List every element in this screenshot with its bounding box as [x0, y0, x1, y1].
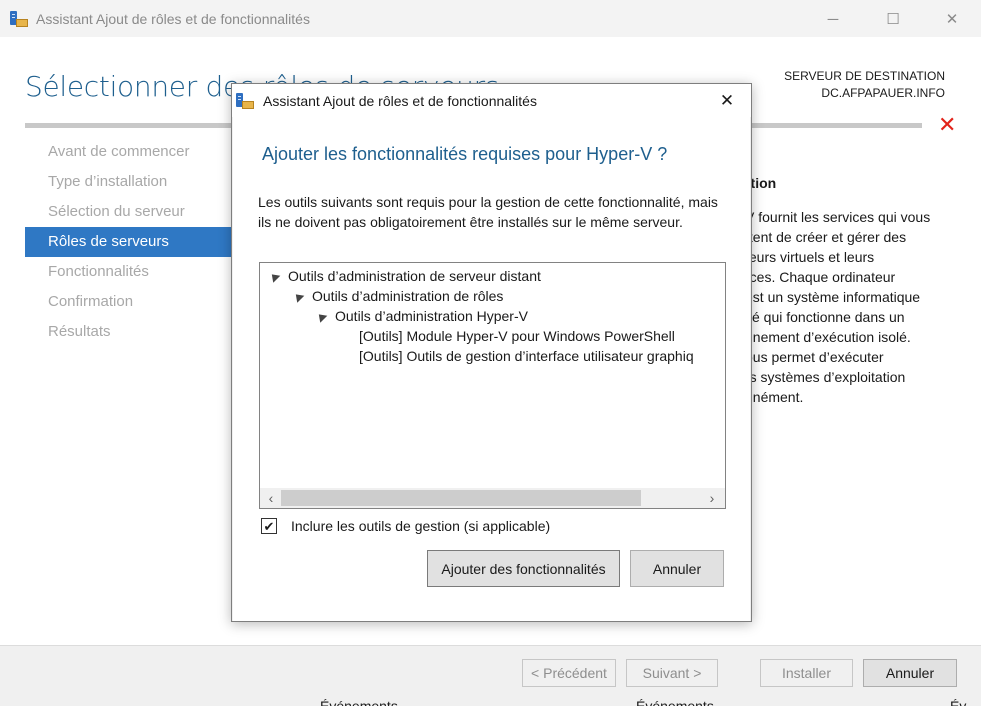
expanded-triangle-icon[interactable]	[315, 310, 328, 323]
destination-caption: SERVEUR DE DESTINATION	[784, 69, 945, 83]
nav-item-resultats: Résultats	[48, 323, 111, 340]
tree-item-label: [Outils] Outils de gestion d’interface u…	[359, 348, 694, 364]
expanded-triangle-icon[interactable]	[292, 290, 305, 303]
description-line: nnement d’exécution isolé.	[745, 329, 911, 345]
tree-item[interactable]: Outils d’administration de serveur dista…	[268, 266, 541, 286]
server-manager-icon	[236, 93, 254, 109]
horizontal-scrollbar[interactable]: ‹ ›	[260, 488, 725, 508]
tree-item-label: [Outils] Module Hyper-V pour Windows Pow…	[359, 328, 675, 344]
maximize-button[interactable]: ☐	[870, 6, 916, 32]
dialog-title: Assistant Ajout de rôles et de fonctionn…	[263, 93, 537, 109]
error-icon[interactable]: ✕	[938, 114, 956, 136]
destination-server-label: SERVEUR DE DESTINATION DC.AFPAPAUER.INFO	[784, 68, 945, 102]
include-tools-label[interactable]: Inclure les outils de gestion (si applic…	[291, 518, 550, 534]
dialog-heading: Ajouter les fonctionnalités requises pou…	[262, 144, 668, 164]
dialog-body: Ajouter les fonctionnalités requises pou…	[233, 117, 750, 621]
window-titlebar: Assistant Ajout de rôles et de fonctionn…	[0, 0, 981, 37]
events-tile-label: Événements	[636, 698, 714, 706]
tree-item-label: Outils d’administration de rôles	[312, 288, 504, 304]
description-line: V fournit les services qui vous	[745, 209, 931, 225]
expanded-triangle-icon[interactable]	[268, 270, 281, 283]
include-tools-checkbox[interactable]: ✔	[261, 518, 277, 534]
tree-item[interactable]: [Outils] Module Hyper-V pour Windows Pow…	[359, 326, 675, 346]
next-button[interactable]: Suivant >	[626, 659, 718, 687]
tree-item[interactable]: Outils d’administration Hyper-V	[315, 306, 528, 326]
install-button[interactable]: Installer	[760, 659, 853, 687]
description-line: est un système informatique	[745, 289, 921, 305]
tree-item[interactable]: [Outils] Outils de gestion d’interface u…	[359, 346, 694, 366]
scrollbar-thumb[interactable]	[281, 490, 641, 506]
scroll-right-icon[interactable]: ›	[703, 490, 721, 506]
description-line: rces. Chaque ordinateur	[745, 269, 896, 285]
scroll-left-icon[interactable]: ‹	[262, 490, 280, 506]
server-manager-icon	[10, 11, 28, 27]
description-line: ous permet d’exécuter	[745, 349, 884, 365]
nav-item-selection-serveur: Sélection du serveur	[48, 203, 185, 220]
description-line: nnément.	[745, 389, 804, 405]
tree-item-label: Outils d’administration Hyper-V	[335, 308, 528, 324]
wizard-cancel-button[interactable]: Annuler	[863, 659, 957, 687]
tree-item[interactable]: Outils d’administration de rôles	[292, 286, 504, 306]
dialog-titlebar: Assistant Ajout de rôles et de fonctionn…	[232, 84, 751, 117]
previous-button[interactable]: < Précédent	[522, 659, 616, 687]
dialog-cancel-button[interactable]: Annuler	[630, 550, 724, 587]
events-tile-label: Événements	[320, 698, 398, 706]
description-line: ttent de créer et gérer des	[745, 229, 907, 245]
description-text: V fournit les services qui vous ttent de…	[745, 207, 955, 407]
description-line: rs systèmes d’exploitation	[745, 369, 906, 385]
nav-item-avant-de-commencer: Avant de commencer	[48, 143, 190, 160]
destination-server-name: DC.AFPAPAUER.INFO	[821, 86, 945, 100]
dialog-description: Les outils suivants sont requis pour la …	[258, 194, 718, 230]
close-button[interactable]: ✕	[929, 6, 975, 32]
dialog-close-button[interactable]: ✕	[713, 88, 741, 113]
events-tile-label: Év	[950, 698, 967, 706]
window-title: Assistant Ajout de rôles et de fonctionn…	[36, 11, 310, 27]
nav-item-fonctionnalites: Fonctionnalités	[48, 263, 149, 280]
wizard-nav: Avant de commencer Type d’installation S…	[25, 137, 235, 347]
required-features-tree[interactable]: Outils d’administration de serveur dista…	[259, 262, 726, 509]
include-tools-option[interactable]: ✔ Inclure les outils de gestion (si appl…	[261, 516, 550, 536]
minimize-button[interactable]: ─	[810, 6, 856, 32]
description-line: teurs virtuels et leurs	[745, 249, 875, 265]
add-features-button[interactable]: Ajouter des fonctionnalités	[427, 550, 620, 587]
nav-item-type-installation: Type d’installation	[48, 173, 168, 190]
nav-item-confirmation: Confirmation	[48, 293, 134, 310]
nav-item-roles-serveurs[interactable]: Rôles de serveurs	[25, 227, 235, 257]
add-features-dialog: Assistant Ajout de rôles et de fonctionn…	[231, 83, 752, 622]
description-line: sé qui fonctionne dans un	[745, 309, 905, 325]
tree-item-label: Outils d’administration de serveur dista…	[288, 268, 541, 284]
